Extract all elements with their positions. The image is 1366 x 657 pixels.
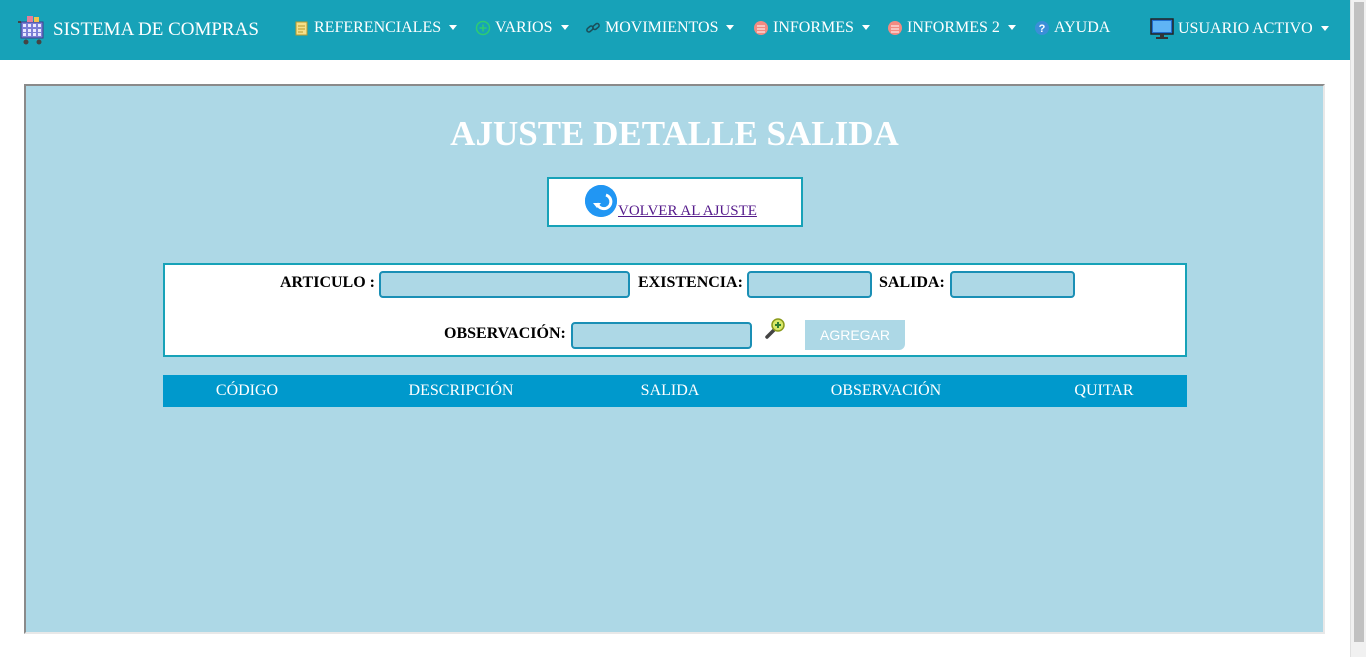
nav-referenciales-label: REFERENCIALES [314,19,442,36]
search-add-icon[interactable] [763,315,789,341]
nav-movimientos-label: MOVIMIENTOS [605,19,719,36]
nav-ayuda-label: AYUDA [1054,19,1111,36]
help-icon: ? [1034,20,1050,36]
column-header-salida: SALIDA [640,382,700,399]
brand-title: SISTEMA DE COMPRAS [53,19,259,40]
vertical-scrollbar[interactable] [1350,0,1366,657]
chevron-down-icon [726,24,735,30]
main-panel: AJUSTE DETALLE SALIDA VOLVER AL AJUSTE A… [24,84,1325,634]
column-header-observacion: OBSERVACIÓN [830,382,942,399]
nav-usuario-activo[interactable]: USUARIO ACTIVO [1150,18,1329,40]
nav-movimientos[interactable]: MOVIMIENTOS [585,19,735,37]
chevron-down-icon [1320,25,1329,31]
existencia-label: EXISTENCIA: [638,274,743,291]
detail-form: ARTICULO : EXISTENCIA: SALIDA: OBSERVACI… [163,263,1187,357]
column-header-codigo: CÓDIGO [215,382,279,399]
page-title: AJUSTE DETALLE SALIDA [450,114,899,153]
nav-informes-2-label: INFORMES 2 [907,19,1000,36]
back-to-adjustment-link[interactable]: VOLVER AL AJUSTE [618,203,757,220]
chevron-down-icon [560,24,569,30]
notepad-icon [294,20,310,36]
link-icon [585,20,601,36]
nav-informes-label: INFORMES [773,19,854,36]
salida-input[interactable] [950,271,1075,298]
plus-circle-icon [475,20,491,36]
nav-ayuda[interactable]: ? AYUDA [1034,19,1110,37]
observacion-input[interactable] [571,322,752,349]
scrollbar-thumb[interactable] [1354,2,1364,642]
observacion-label: OBSERVACIÓN: [444,325,566,342]
column-header-descripcion: DESCRIPCIÓN [408,382,514,399]
back-box: VOLVER AL AJUSTE [547,177,803,227]
nav-informes[interactable]: INFORMES [753,19,870,37]
nav-usuario-activo-label: USUARIO ACTIVO [1178,20,1313,37]
articulo-label: ARTICULO : [280,274,375,291]
shopping-cart-icon [18,14,46,46]
svg-text:?: ? [1039,23,1046,35]
monitor-icon [1150,18,1174,40]
detail-table-header: CÓDIGO DESCRIPCIÓN SALIDA OBSERVACIÓN QU… [163,375,1187,407]
existencia-input[interactable] [747,271,872,298]
nav-referenciales[interactable]: REFERENCIALES [294,19,458,37]
chevron-down-icon [1007,24,1016,30]
chevron-down-icon [861,24,870,30]
add-button[interactable]: AGREGAR [805,320,905,350]
chevron-down-icon [449,24,458,30]
column-header-quitar: QUITAR [1074,382,1134,399]
nav-varios-label: VARIOS [495,19,553,36]
return-arrow-icon[interactable] [585,185,617,217]
report-icon [887,20,903,36]
nav-varios[interactable]: VARIOS [475,19,569,37]
top-navbar: SISTEMA DE COMPRAS REFERENCIALES VARIOS … [0,0,1350,60]
brand[interactable]: SISTEMA DE COMPRAS [18,14,259,46]
salida-label: SALIDA: [879,274,945,291]
nav-informes-2[interactable]: INFORMES 2 [887,19,1016,37]
articulo-input[interactable] [379,271,630,298]
report-icon [753,20,769,36]
